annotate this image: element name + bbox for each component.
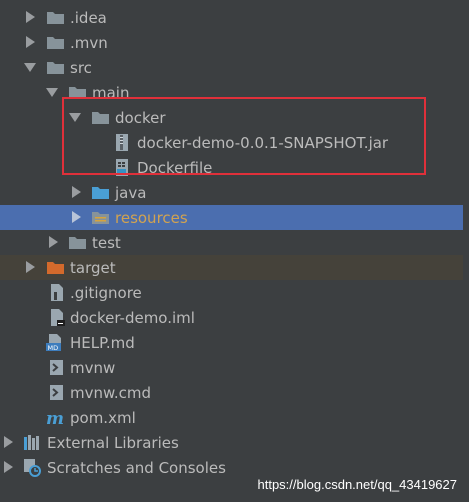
- tree-item-label: main: [92, 83, 130, 102]
- dockerfile-icon: [116, 159, 128, 176]
- scratches-icon: [24, 459, 41, 477]
- folder-icon: [47, 37, 64, 49]
- cmd-file-icon: [50, 385, 63, 400]
- tree-item-docker[interactable]: docker: [0, 105, 463, 130]
- collapse-arrow-icon[interactable]: [46, 88, 58, 97]
- markdown-file-icon: MD: [46, 334, 61, 351]
- tree-item-label: test: [92, 233, 121, 252]
- tree-item-test[interactable]: test: [0, 230, 463, 255]
- tree-item-iml[interactable]: docker-demo.iml: [0, 305, 463, 330]
- svg-text:MD: MD: [48, 344, 59, 351]
- tree-item-label: External Libraries: [47, 433, 179, 452]
- svg-text:m: m: [46, 410, 64, 425]
- tree-item-label: src: [70, 58, 92, 77]
- tree-item-label: mvnw.cmd: [70, 383, 152, 402]
- iml-file-icon: [51, 309, 65, 326]
- tree-item-idea[interactable]: .idea: [0, 5, 463, 30]
- tree-item-label: .gitignore: [70, 283, 142, 302]
- collapse-arrow-icon[interactable]: [69, 113, 81, 122]
- tree-item-mvnw-cmd[interactable]: mvnw.cmd: [0, 380, 463, 405]
- tree-item-pom[interactable]: m pom.xml: [0, 405, 463, 430]
- folder-icon: [47, 62, 64, 74]
- maven-pom-icon: m: [46, 410, 64, 425]
- tree-item-target[interactable]: target: [0, 255, 463, 280]
- tree-item-dockerfile[interactable]: Dockerfile: [0, 155, 463, 180]
- tree-item-mvn[interactable]: .mvn: [0, 30, 463, 55]
- tree-item-label: docker: [115, 108, 166, 127]
- tree-item-label: docker-demo.iml: [70, 308, 195, 327]
- expand-arrow-icon[interactable]: [72, 211, 81, 223]
- tree-item-help-md[interactable]: MD HELP.md: [0, 330, 463, 355]
- tree-item-label: mvnw: [70, 358, 116, 377]
- tree-item-jar[interactable]: docker-demo-0.0.1-SNAPSHOT.jar: [0, 130, 463, 155]
- source-folder-icon: [92, 187, 109, 199]
- expand-arrow-icon[interactable]: [26, 36, 35, 48]
- tree-item-label: pom.xml: [70, 408, 136, 427]
- tree-item-label: java: [115, 183, 147, 202]
- tree-item-src[interactable]: src: [0, 55, 463, 80]
- folder-icon: [47, 12, 64, 24]
- tree-item-label: .mvn: [70, 33, 108, 52]
- tree-item-gitignore[interactable]: .gitignore: [0, 280, 463, 305]
- gitignore-file-icon: [51, 284, 63, 301]
- tree-item-label: docker-demo-0.0.1-SNAPSHOT.jar: [137, 133, 389, 152]
- tree-item-label: Dockerfile: [137, 158, 213, 177]
- tree-item-main[interactable]: main: [0, 80, 463, 105]
- expand-arrow-icon[interactable]: [4, 461, 13, 473]
- expand-arrow-icon[interactable]: [72, 186, 81, 198]
- excluded-folder-icon: [47, 262, 64, 274]
- tree-item-label: Scratches and Consoles: [47, 458, 226, 477]
- tree-item-label: target: [70, 258, 116, 277]
- folder-icon: [92, 112, 109, 124]
- collapse-arrow-icon[interactable]: [24, 63, 36, 72]
- tree-item-mvnw[interactable]: mvnw: [0, 355, 463, 380]
- tree-item-external-libraries[interactable]: External Libraries: [0, 430, 463, 455]
- expand-arrow-icon[interactable]: [26, 261, 35, 273]
- tree-item-label: HELP.md: [70, 333, 135, 352]
- tree-item-label: resources: [115, 208, 188, 227]
- resources-folder-icon: [92, 212, 109, 224]
- script-file-icon: [50, 360, 63, 375]
- watermark-url: https://blog.csdn.net/qq_43419627: [257, 477, 458, 492]
- expand-arrow-icon[interactable]: [4, 436, 13, 448]
- folder-icon: [69, 87, 86, 99]
- folder-icon: [69, 237, 86, 249]
- tree-item-java[interactable]: java: [0, 180, 463, 205]
- tree-item-resources[interactable]: resources: [0, 205, 463, 230]
- expand-arrow-icon[interactable]: [26, 11, 35, 23]
- jar-file-icon: [116, 134, 128, 151]
- tree-item-label: .idea: [70, 8, 107, 27]
- libraries-icon: [24, 435, 39, 450]
- expand-arrow-icon[interactable]: [49, 236, 58, 248]
